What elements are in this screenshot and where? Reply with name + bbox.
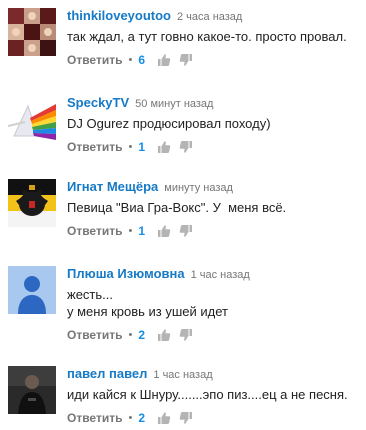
avatar[interactable] (8, 366, 56, 414)
comment-author-link[interactable]: Игнат Мещёра (67, 179, 158, 194)
comment-actions: Ответить • 2 (67, 410, 360, 426)
comment-body: Игнат Мещёра минуту назад Певица "Виа Гра… (67, 179, 360, 239)
comment-author-link[interactable]: thinkiloveyoutoo (67, 8, 171, 23)
separator-dot: • (128, 412, 133, 424)
like-count: 1 (138, 224, 145, 238)
comment-actions: Ответить • 1 (67, 139, 360, 155)
reply-button[interactable]: Ответить (67, 139, 122, 155)
comment-body: thinkiloveyoutoo 2 часа назад так ждал, а… (67, 8, 360, 68)
comment-body: SpeckyTV 50 минут назад DJ Ogurez продюси… (67, 95, 360, 155)
thumbs-up-icon[interactable] (157, 140, 171, 154)
comment-meta: Плюша Изюмовна 1 час назад (67, 266, 360, 282)
thumbs-down-icon[interactable] (179, 224, 193, 238)
like-count: 6 (138, 53, 145, 67)
comment-text: Певица "Виа Гра-Вокс". У меня всё. (67, 200, 287, 215)
comment-body: павел павел 1 час назад иди кайся к Шнуру… (67, 366, 360, 426)
comment-timestamp[interactable]: минуту назад (164, 182, 233, 194)
like-count: 2 (138, 411, 145, 425)
comment-body: Плюша Изюмовна 1 час назад жесть... у мен… (67, 266, 360, 343)
separator-dot: • (128, 225, 133, 237)
eagle-flag-avatar-icon (8, 179, 56, 227)
comment-text: жесть... у меня кровь из ушей идет (67, 287, 229, 319)
reply-button[interactable]: Ответить (67, 223, 122, 239)
thumbs-down-icon[interactable] (179, 411, 193, 425)
comment-actions: Ответить • 2 (67, 327, 360, 343)
comment-timestamp[interactable]: 2 часа назад (177, 11, 242, 23)
reply-button[interactable]: Ответить (67, 410, 122, 426)
like-count: 2 (138, 328, 145, 342)
thumbs-down-icon[interactable] (179, 53, 193, 67)
avatar[interactable] (8, 96, 56, 144)
comment-actions: Ответить • 6 (67, 52, 360, 68)
comment-meta: thinkiloveyoutoo 2 часа назад (67, 8, 360, 24)
comment-timestamp[interactable]: 50 минут назад (135, 98, 213, 110)
thumbs-up-icon[interactable] (157, 328, 171, 342)
like-count: 1 (138, 140, 145, 154)
separator-dot: • (128, 329, 133, 341)
photo-grid-avatar-icon (8, 8, 56, 56)
comment-meta: Игнат Мещёра минуту назад (67, 179, 360, 195)
avatar[interactable] (8, 8, 56, 56)
reply-button[interactable]: Ответить (67, 327, 122, 343)
thumbs-up-icon[interactable] (157, 224, 171, 238)
avatar[interactable] (8, 266, 56, 314)
comment-timestamp[interactable]: 1 час назад (153, 369, 212, 381)
comment-meta: SpeckyTV 50 минут назад (67, 95, 360, 111)
comment-meta: павел павел 1 час назад (67, 366, 360, 382)
comment-author-link[interactable]: SpeckyTV (67, 95, 129, 110)
comment-text: так ждал, а тут говно какое-то. просто п… (67, 29, 347, 44)
rainbow-prism-avatar-icon (8, 96, 56, 144)
comment-text: иди кайся к Шнуру.......эпо пиз....ец а … (67, 387, 348, 402)
thumbs-up-icon[interactable] (157, 53, 171, 67)
thumbs-down-icon[interactable] (179, 328, 193, 342)
thumbs-down-icon[interactable] (179, 140, 193, 154)
separator-dot: • (128, 54, 133, 66)
avatar[interactable] (8, 179, 56, 227)
reply-button[interactable]: Ответить (67, 52, 122, 68)
comment-actions: Ответить • 1 (67, 223, 360, 239)
comment-timestamp[interactable]: 1 час назад (191, 269, 250, 281)
default-user-avatar-icon (8, 266, 56, 314)
dark-photo-avatar-icon (8, 366, 56, 414)
separator-dot: • (128, 141, 133, 153)
comment-author-link[interactable]: Плюша Изюмовна (67, 266, 185, 281)
comment-text: DJ Ogurez продюсировал походу) (67, 116, 271, 131)
thumbs-up-icon[interactable] (157, 411, 171, 425)
comment-author-link[interactable]: павел павел (67, 366, 147, 381)
